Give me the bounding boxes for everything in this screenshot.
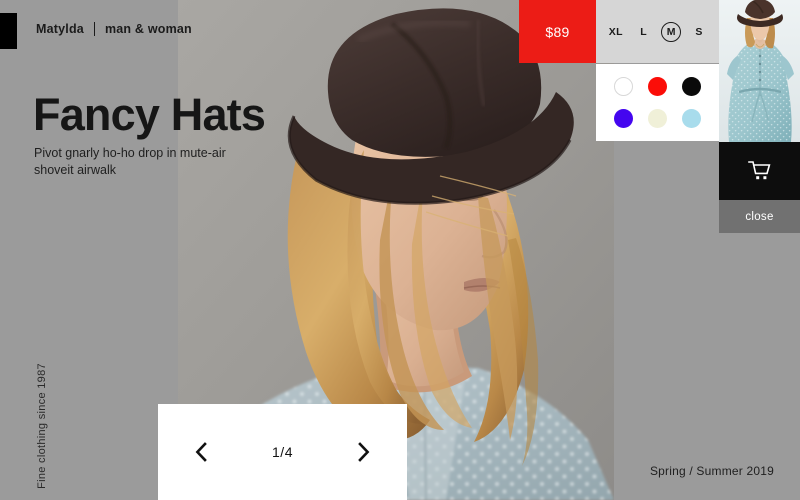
season-label: Spring / Summer 2019 [649, 464, 774, 478]
chevron-left-icon [194, 442, 208, 462]
color-selector [596, 64, 719, 141]
color-swatch-red[interactable] [647, 76, 667, 96]
page-subtitle: Pivot gnarly ho-ho drop in mute-air shov… [34, 146, 226, 177]
brand-row: Matylda man & woman [36, 22, 192, 36]
prev-slide-button[interactable] [190, 441, 212, 463]
brand-name[interactable]: Matylda [36, 22, 84, 36]
price-value: $89 [545, 23, 570, 40]
color-swatch-white[interactable] [613, 76, 633, 96]
product-page: Matylda man & woman Fancy Hats Pivot gna… [0, 0, 800, 500]
brand-logo-mark[interactable] [0, 13, 17, 49]
page-title: Fancy Hats [33, 89, 266, 140]
color-swatch-blue-violet[interactable] [613, 109, 633, 129]
size-option-m[interactable]: M [661, 21, 682, 42]
price-badge: $89 [519, 0, 596, 63]
nav-category-link[interactable]: man & woman [105, 22, 192, 36]
add-to-cart-button[interactable] [719, 142, 800, 200]
chevron-right-icon [357, 442, 371, 462]
size-option-l[interactable]: L [634, 22, 654, 42]
close-button[interactable]: close [719, 200, 800, 233]
brand-separator [93, 22, 95, 36]
size-selector: XL L M S [596, 0, 719, 63]
color-swatch-black[interactable] [682, 76, 702, 96]
gallery-pagination: 1/4 [158, 404, 407, 500]
slide-counter: 1/4 [272, 444, 293, 460]
shopping-cart-icon [747, 160, 772, 182]
side-tagline: Fine clothing since 1987 [36, 363, 48, 489]
product-thumbnail[interactable] [719, 0, 800, 142]
size-option-s[interactable]: S [689, 22, 709, 42]
color-swatch-light-blue[interactable] [682, 109, 702, 129]
size-option-xl[interactable]: XL [606, 22, 626, 42]
close-button-label: close [745, 210, 774, 223]
next-slide-button[interactable] [353, 441, 375, 463]
color-swatch-cream[interactable] [647, 109, 667, 129]
